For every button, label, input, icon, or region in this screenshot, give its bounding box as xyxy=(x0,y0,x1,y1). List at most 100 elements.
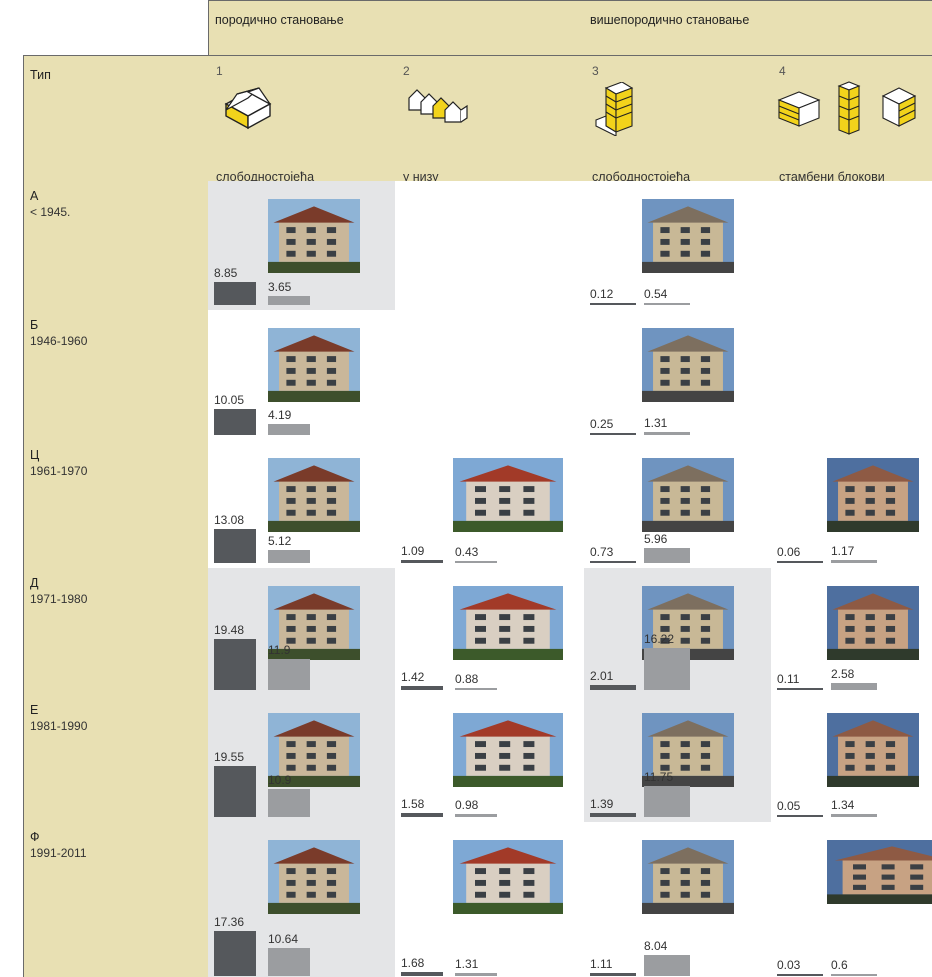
value-bar-dark xyxy=(401,686,443,690)
type-number: 3 xyxy=(592,64,599,78)
period-years: 1991-2011 xyxy=(30,846,87,860)
value-bar-light xyxy=(644,548,690,563)
data-cell: 0.05 1.34 xyxy=(771,695,932,823)
value-label: 1.42 xyxy=(401,670,425,684)
house-photo xyxy=(268,328,360,402)
value-label: 0.03 xyxy=(777,958,801,972)
value-bar-dark xyxy=(214,409,256,435)
value-label: 5.96 xyxy=(644,532,668,546)
value-bar-light xyxy=(644,303,690,305)
value-label: 8.85 xyxy=(214,266,238,280)
data-cell: 2.01 16.22 xyxy=(584,568,772,696)
value-bar-light xyxy=(644,648,690,690)
value-bar-light xyxy=(268,789,310,817)
data-cell: 0.25 1.31 xyxy=(584,310,772,441)
building-photo xyxy=(642,328,734,402)
value-label: 13.08 xyxy=(214,513,245,527)
value-bar-light xyxy=(268,550,310,563)
value-label: 0.73 xyxy=(590,545,614,559)
value-label: 1.39 xyxy=(590,797,614,811)
period-code: Д xyxy=(30,576,39,590)
period-years: 1981-1990 xyxy=(30,719,88,733)
value-bar-dark xyxy=(214,282,256,305)
value-bar-dark xyxy=(590,561,636,563)
value-label: 0.06 xyxy=(777,545,801,559)
value-label: 10.9 xyxy=(268,773,292,787)
period-years: 1961-1970 xyxy=(30,464,88,478)
value-label: 1.31 xyxy=(455,957,479,971)
housing-typology-table: породично становање вишепородично станов… xyxy=(23,0,932,977)
data-cell: 1.11 8.04 xyxy=(584,822,772,977)
period-code: Ф xyxy=(30,830,40,844)
data-cell: 0.06 1.17 xyxy=(771,440,932,569)
value-label: 0.6 xyxy=(831,958,848,972)
period-years: 1946-1960 xyxy=(30,334,88,348)
period-cell: Ц 1961-1970 xyxy=(23,440,209,569)
data-cell xyxy=(771,310,932,441)
value-label: 11.9 xyxy=(268,643,291,657)
detached-house-icon xyxy=(218,84,278,135)
period-cell: А < 1945. xyxy=(23,181,209,311)
period-years: 1971-1980 xyxy=(30,592,88,606)
value-bar-dark xyxy=(401,972,443,976)
value-label: 3.65 xyxy=(268,280,292,294)
value-bar-dark xyxy=(590,685,636,690)
period-cell: Д 1971-1980 xyxy=(23,568,209,696)
data-cell: 0.73 5.96 xyxy=(584,440,772,569)
group-header-multi: вишепородично становање xyxy=(584,0,932,56)
row-houses-icon xyxy=(403,84,473,135)
value-label: 17.36 xyxy=(214,915,245,929)
period-cell: Ф 1991-2011 xyxy=(23,822,209,977)
data-cell xyxy=(395,181,585,311)
data-cell: 1.42 0.88 xyxy=(395,568,585,696)
value-bar-dark xyxy=(214,766,256,817)
value-bar-dark xyxy=(590,433,636,435)
value-bar-light xyxy=(644,786,690,817)
value-label: 16.22 xyxy=(644,632,675,646)
row-house-photo xyxy=(453,840,563,914)
type-header-label: Тип xyxy=(30,68,51,82)
data-cell: 17.36 10.64 xyxy=(208,822,396,977)
value-bar-dark xyxy=(590,973,636,976)
period-code: Е xyxy=(30,703,39,717)
value-label: 4.19 xyxy=(268,408,292,422)
type-number: 1 xyxy=(216,64,223,78)
type-header-4: 4 стамбени блокови xyxy=(771,55,932,182)
data-cell: 1.09 0.43 xyxy=(395,440,585,569)
value-bar-dark xyxy=(214,639,256,690)
data-cell: 1.58 0.98 xyxy=(395,695,585,823)
data-cell: 8.85 3.65 xyxy=(208,181,396,311)
type-header-3: 3 слободностојећа xyxy=(584,55,772,182)
value-label: 0.12 xyxy=(590,287,614,301)
data-cell: 0.03 0.6 xyxy=(771,822,932,977)
value-label: 0.88 xyxy=(455,672,479,686)
value-bar-dark xyxy=(401,560,443,563)
value-label: 0.11 xyxy=(777,672,800,686)
type-number: 4 xyxy=(779,64,786,78)
data-cell xyxy=(771,181,932,311)
value-bar-light xyxy=(268,424,310,435)
value-bar-light xyxy=(644,432,690,435)
value-label: 1.34 xyxy=(831,798,855,812)
value-bar-light xyxy=(831,974,877,976)
housing-blocks-icon xyxy=(775,80,932,141)
house-photo xyxy=(268,840,360,914)
value-bar-light xyxy=(644,955,690,976)
value-label: 19.55 xyxy=(214,750,245,764)
value-label: 0.25 xyxy=(590,417,614,431)
value-bar-light xyxy=(455,688,497,690)
data-cell: 19.48 11.9 xyxy=(208,568,396,696)
value-label: 0.43 xyxy=(455,545,479,559)
value-bar-light xyxy=(455,561,497,563)
value-bar-light xyxy=(268,659,310,690)
value-label: 11.75 xyxy=(644,770,674,784)
value-label: 0.98 xyxy=(455,798,479,812)
period-cell: Е 1981-1990 xyxy=(23,695,209,823)
value-bar-dark xyxy=(590,303,636,305)
value-bar-light xyxy=(268,948,310,976)
period-code: А xyxy=(30,189,39,203)
group-label-family: породично становање xyxy=(215,13,344,27)
group-label-multi: вишепородично становање xyxy=(590,13,750,27)
house-photo xyxy=(268,199,360,273)
value-bar-dark xyxy=(777,561,823,563)
